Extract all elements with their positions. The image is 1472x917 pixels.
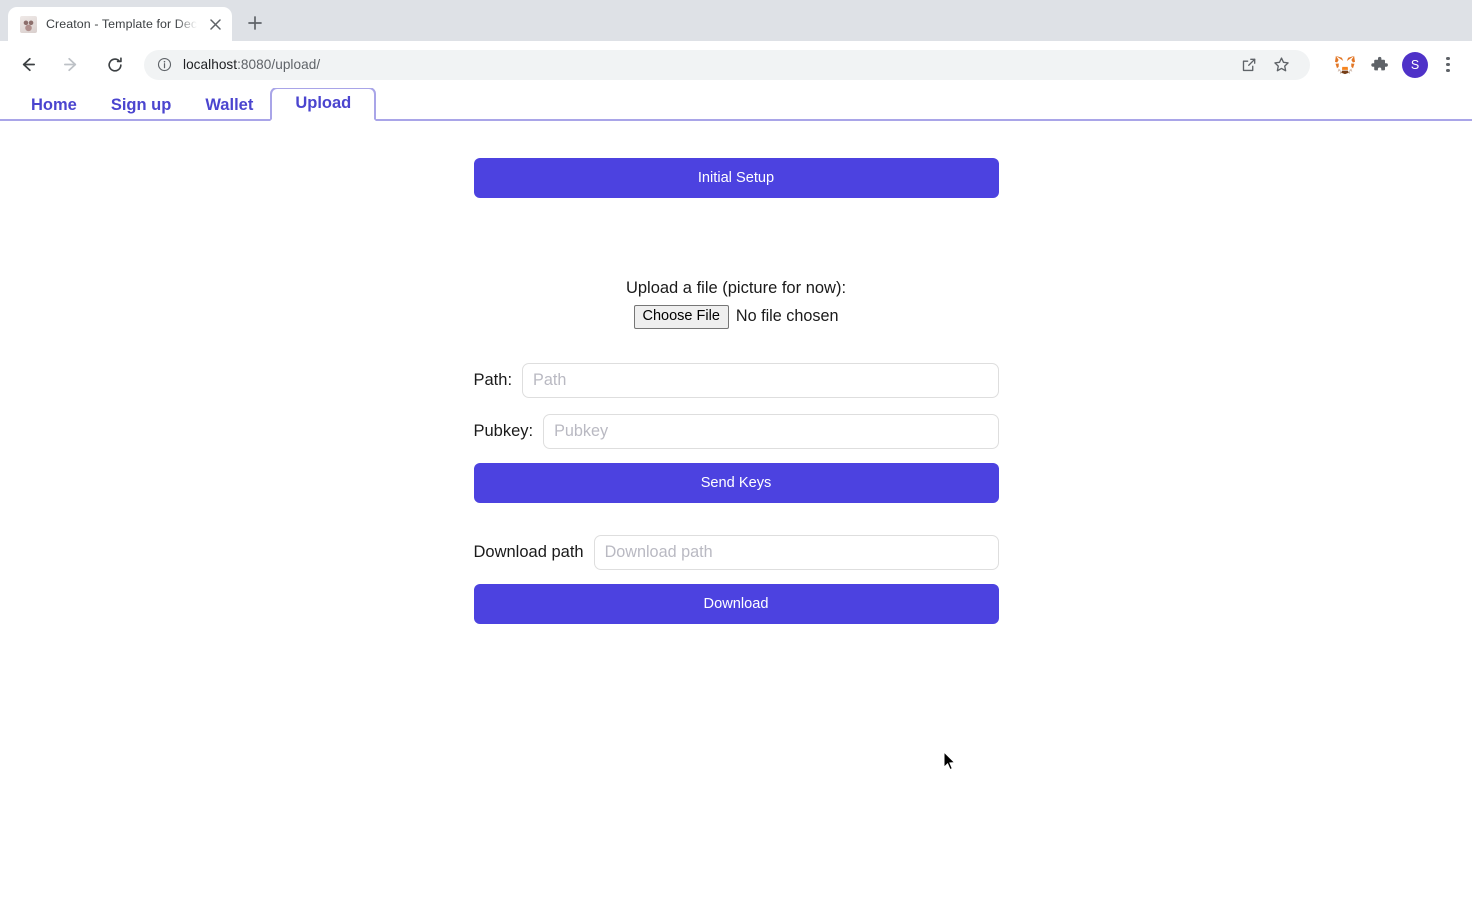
metamask-fox-icon[interactable] xyxy=(1330,50,1360,80)
page-viewport: Home Sign up Wallet Upload Initial Setup… xyxy=(0,88,1472,917)
browser-tab[interactable]: Creaton - Template for Decentr xyxy=(8,7,232,41)
download-path-input[interactable] xyxy=(593,535,999,571)
browser-toolbar: localhost:8080/upload/ S xyxy=(0,41,1472,88)
path-field-row: Path: xyxy=(473,363,999,399)
creaton-favicon xyxy=(20,15,37,33)
puzzle-piece-icon[interactable] xyxy=(1364,50,1394,80)
pubkey-label: Pubkey: xyxy=(473,422,534,441)
back-button[interactable] xyxy=(11,49,43,81)
tab-strip: Creaton - Template for Decentr xyxy=(0,0,1472,41)
reload-button[interactable] xyxy=(99,49,131,81)
site-navigation: Home Sign up Wallet Upload xyxy=(0,88,1472,121)
url-text: localhost:8080/upload/ xyxy=(183,57,320,72)
download-path-label: Download path xyxy=(473,543,584,562)
file-status-text: No file chosen xyxy=(735,307,839,326)
send-keys-button[interactable]: Send Keys xyxy=(473,463,999,504)
nav-item-home[interactable]: Home xyxy=(14,91,94,122)
browser-window: Creaton - Template for Decentr xyxy=(0,0,1472,917)
initial-setup-button[interactable]: Initial Setup xyxy=(473,158,999,198)
download-path-field-row: Download path xyxy=(473,535,999,571)
path-input[interactable] xyxy=(522,363,999,399)
url-host: localhost xyxy=(183,57,238,72)
file-input-row: Choose File No file chosen xyxy=(474,304,999,330)
pubkey-field-row: Pubkey: xyxy=(473,414,999,450)
nav-item-upload[interactable]: Upload xyxy=(270,88,377,121)
extension-icons: S xyxy=(1330,50,1462,80)
choose-file-button[interactable]: Choose File xyxy=(633,304,729,330)
address-bar[interactable]: localhost:8080/upload/ xyxy=(144,49,1310,80)
star-icon[interactable] xyxy=(1266,50,1296,80)
profile-avatar[interactable]: S xyxy=(1402,51,1428,78)
close-icon[interactable] xyxy=(206,15,224,33)
site-info-icon[interactable] xyxy=(157,57,173,72)
new-tab-button[interactable] xyxy=(240,8,270,38)
path-label: Path: xyxy=(473,371,513,390)
url-path: :8080/upload/ xyxy=(237,57,321,72)
file-upload-block: Upload a file (picture for now): Choose … xyxy=(474,276,999,330)
three-dot-menu-icon[interactable] xyxy=(1434,51,1462,79)
upload-file-label: Upload a file (picture for now): xyxy=(625,279,847,297)
download-button[interactable]: Download xyxy=(473,584,999,625)
share-icon[interactable] xyxy=(1234,50,1264,80)
nav-item-sign-up[interactable]: Sign up xyxy=(94,91,189,122)
upload-form: Initial Setup Upload a file (picture for… xyxy=(473,121,999,625)
tab-title: Creaton - Template for Decentr xyxy=(46,17,197,31)
forward-button[interactable] xyxy=(55,49,87,81)
pubkey-input[interactable] xyxy=(543,414,999,450)
nav-item-wallet[interactable]: Wallet xyxy=(188,91,270,122)
omnibox-actions xyxy=(1234,50,1296,80)
